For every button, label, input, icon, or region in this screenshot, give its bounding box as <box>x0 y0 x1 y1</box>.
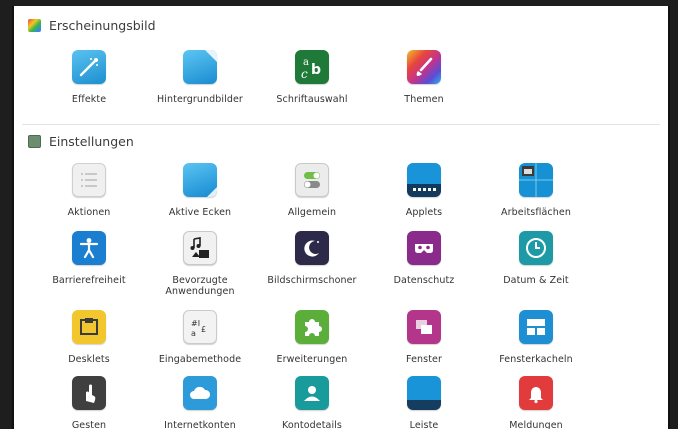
account-details-icon <box>295 376 329 410</box>
settings-item-barrierefreiheit[interactable]: Barrierefreiheit <box>29 231 149 286</box>
window-tiling-icon <box>519 310 553 344</box>
notifications-bell-icon <box>519 376 553 410</box>
item-label: Leiste <box>409 420 439 429</box>
section-header-settings: Einstellungen <box>28 131 134 151</box>
svg-text:#I: #I <box>191 319 200 328</box>
item-label: Barrierefreiheit <box>52 275 126 286</box>
settings-item-allgemein[interactable]: Allgemein <box>252 163 372 218</box>
settings-item-themen[interactable]: Themen <box>364 50 484 105</box>
item-label: Datenschutz <box>393 275 455 286</box>
settings-item-internetkonten[interactable]: Internetkonten <box>140 376 260 429</box>
settings-item-bildschirmschoner[interactable]: Bildschirmschoner <box>252 231 372 286</box>
item-label: Schriftauswahl <box>276 94 348 105</box>
item-label: Effekte <box>71 94 107 105</box>
effects-wand-icon <box>72 50 106 84</box>
settings-panel-icon <box>28 134 41 148</box>
panel-bar-icon <box>407 376 441 410</box>
item-label: Arbeitsflächen <box>501 207 571 218</box>
settings-item-gesten[interactable]: Gesten <box>29 376 149 429</box>
item-label: Datum & Zeit <box>503 275 569 286</box>
item-label: Fenster <box>406 354 442 365</box>
section-title-appearance: Erscheinungsbild <box>49 17 156 33</box>
settings-item-schriftauswahl[interactable]: a b c Schriftauswahl <box>252 50 372 105</box>
settings-item-aktionen[interactable]: Aktionen <box>29 163 149 218</box>
appearance-palette-icon <box>28 18 41 32</box>
item-label: Hintergrundbilder <box>157 94 243 105</box>
item-label: Eingabemethode <box>158 354 242 365</box>
settings-item-fenster[interactable]: Fenster <box>364 310 484 365</box>
item-label: Fensterkacheln <box>499 354 573 365</box>
settings-item-erweiterungen[interactable]: Erweiterungen <box>252 310 372 365</box>
item-label: Bildschirmschoner <box>267 275 357 286</box>
settings-item-applets[interactable]: Applets <box>364 163 484 218</box>
settings-item-aktive-ecken[interactable]: Aktive Ecken <box>140 163 260 218</box>
online-accounts-cloud-icon <box>183 376 217 410</box>
item-label: Applets <box>405 207 443 218</box>
settings-item-eingabemethode[interactable]: #I a £ Eingabemethode <box>140 310 260 365</box>
screensaver-moon-icon <box>295 231 329 265</box>
settings-item-desklets[interactable]: Desklets <box>29 310 149 365</box>
item-label: Erweiterungen <box>276 354 348 365</box>
settings-item-kontodetails[interactable]: Kontodetails <box>252 376 372 429</box>
settings-item-datenschutz[interactable]: Datenschutz <box>364 231 484 286</box>
settings-item-effekte[interactable]: Effekte <box>29 50 149 105</box>
settings-item-bevorzugte-anwendungen[interactable]: Bevorzugte Anwendungen <box>140 231 260 297</box>
item-label: Meldungen <box>509 420 563 429</box>
general-toggle-icon <box>295 163 329 197</box>
applets-panel-icon <box>407 163 441 197</box>
item-label: Gesten <box>71 420 107 429</box>
item-label: Desklets <box>68 354 110 365</box>
settings-item-hintergrundbilder[interactable]: Hintergrundbilder <box>140 50 260 105</box>
section-title-settings: Einstellungen <box>49 133 134 149</box>
windows-icon <box>407 310 441 344</box>
svg-text:£: £ <box>201 325 206 334</box>
clock-icon <box>519 231 553 265</box>
item-label: Internetkonten <box>164 420 236 429</box>
preferred-apps-icon <box>183 231 217 265</box>
input-method-icon: #I a £ <box>183 310 217 344</box>
font-selection-icon: a b c <box>295 50 329 84</box>
workspaces-icon <box>519 163 553 197</box>
actions-list-icon <box>72 163 106 197</box>
item-label: Themen <box>404 94 444 105</box>
privacy-mask-icon <box>407 231 441 265</box>
settings-item-fensterkacheln[interactable]: Fensterkacheln <box>476 310 596 365</box>
extensions-puzzle-icon <box>295 310 329 344</box>
settings-item-leiste[interactable]: Leiste <box>364 376 484 429</box>
section-header-appearance: Erscheinungsbild <box>28 15 156 35</box>
svg-text:c: c <box>301 67 308 81</box>
settings-item-datum-zeit[interactable]: Datum & Zeit <box>476 231 596 286</box>
item-label: Aktionen <box>67 207 111 218</box>
themes-brush-icon <box>407 50 441 84</box>
section-divider <box>22 124 660 125</box>
system-settings-window: Erscheinungsbild Effekte Hintergrundbild… <box>12 6 670 429</box>
item-label: Allgemein <box>287 207 337 218</box>
item-label: Aktive Ecken <box>168 207 232 218</box>
svg-text:a: a <box>191 329 196 338</box>
accessibility-icon <box>72 231 106 265</box>
settings-item-arbeitsflaechen[interactable]: Arbeitsflächen <box>476 163 596 218</box>
settings-item-meldungen[interactable]: Meldungen <box>476 376 596 429</box>
wallpaper-icon <box>183 50 217 84</box>
item-label: Bevorzugte Anwendungen <box>165 275 235 297</box>
item-label: Kontodetails <box>282 420 342 429</box>
gestures-hand-icon <box>72 376 106 410</box>
svg-text:b: b <box>311 62 321 78</box>
hot-corners-icon <box>183 163 217 197</box>
desklets-icon <box>72 310 106 344</box>
